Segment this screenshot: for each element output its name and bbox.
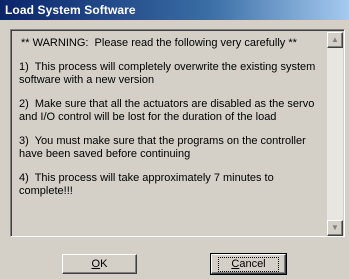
ok-label: K — [100, 258, 108, 270]
cancel-button[interactable]: Cancel — [210, 253, 287, 275]
ok-button[interactable]: OK — [62, 254, 137, 274]
vertical-scrollbar[interactable]: ▲ ▼ — [327, 32, 343, 236]
warning-item-1: 1) This process will completely overwrit… — [19, 61, 319, 86]
cancel-label: ancel — [239, 258, 266, 270]
ok-mnemonic: O — [91, 258, 101, 270]
warning-item-2: 2) Make sure that all the actuators are … — [19, 98, 318, 123]
down-arrow-icon: ▼ — [331, 223, 339, 232]
scroll-down-button[interactable]: ▼ — [327, 220, 343, 236]
up-arrow-icon: ▲ — [331, 35, 339, 44]
load-system-software-dialog: Load System Software ** WARNING: Please … — [0, 0, 349, 279]
title-bar[interactable]: Load System Software — [0, 0, 349, 20]
warning-item-4: 4) This process will take approximately … — [19, 172, 277, 197]
warning-item-3: 3) You must make sure that the programs … — [19, 135, 309, 160]
warning-message: ** WARNING: Please read the following ve… — [19, 37, 324, 209]
warning-heading: ** WARNING: Please read the following ve… — [21, 37, 297, 49]
cancel-focus-rect: Cancel — [218, 257, 279, 272]
warning-text-area[interactable]: ** WARNING: Please read the following ve… — [10, 29, 345, 237]
window-title: Load System Software — [5, 3, 136, 17]
scroll-up-button[interactable]: ▲ — [327, 32, 343, 48]
